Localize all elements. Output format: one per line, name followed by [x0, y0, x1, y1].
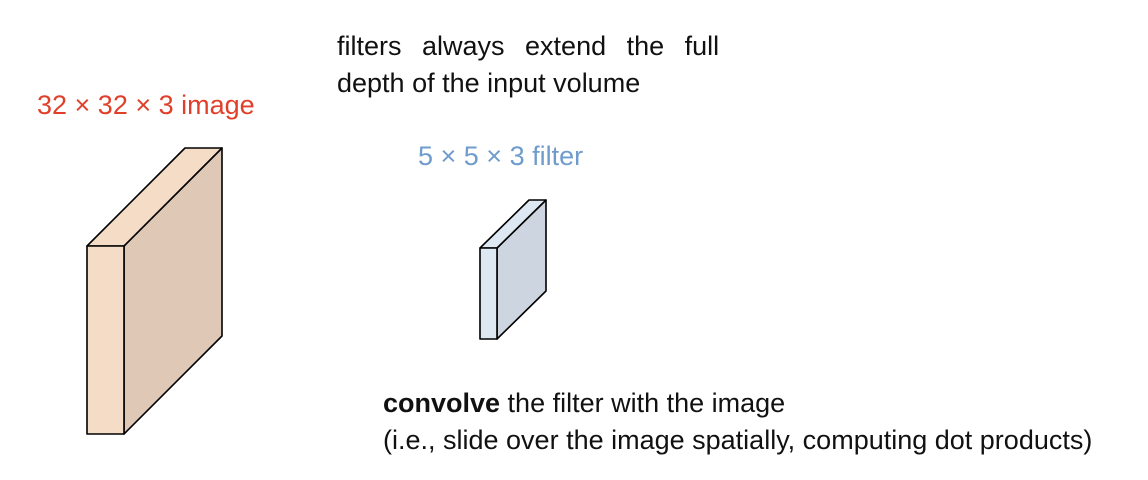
- image-volume: [86, 147, 223, 435]
- depth-note-line-2: depth of the input volume: [337, 68, 641, 98]
- convolve-bold-word: convolve: [383, 388, 501, 418]
- convolve-caption-line-1: convolve the filter with the image: [383, 385, 785, 421]
- depth-note-line-1: filters always extend the full: [337, 31, 720, 61]
- convolve-caption-line-2: (i.e., slide over the image spatially, c…: [383, 425, 1093, 455]
- diagram-canvas: 32 × 32 × 3 image 5 × 5 × 3 filter filte…: [0, 0, 1148, 480]
- convolve-caption-rest: the filter with the image: [500, 388, 786, 418]
- image-volume-label: 32 × 32 × 3 image: [37, 90, 255, 120]
- filter-volume: [479, 199, 547, 340]
- filter-volume-label: 5 × 5 × 3 filter: [418, 141, 584, 171]
- image-volume-front-face: [86, 245, 125, 435]
- filter-volume-front-face: [479, 247, 498, 340]
